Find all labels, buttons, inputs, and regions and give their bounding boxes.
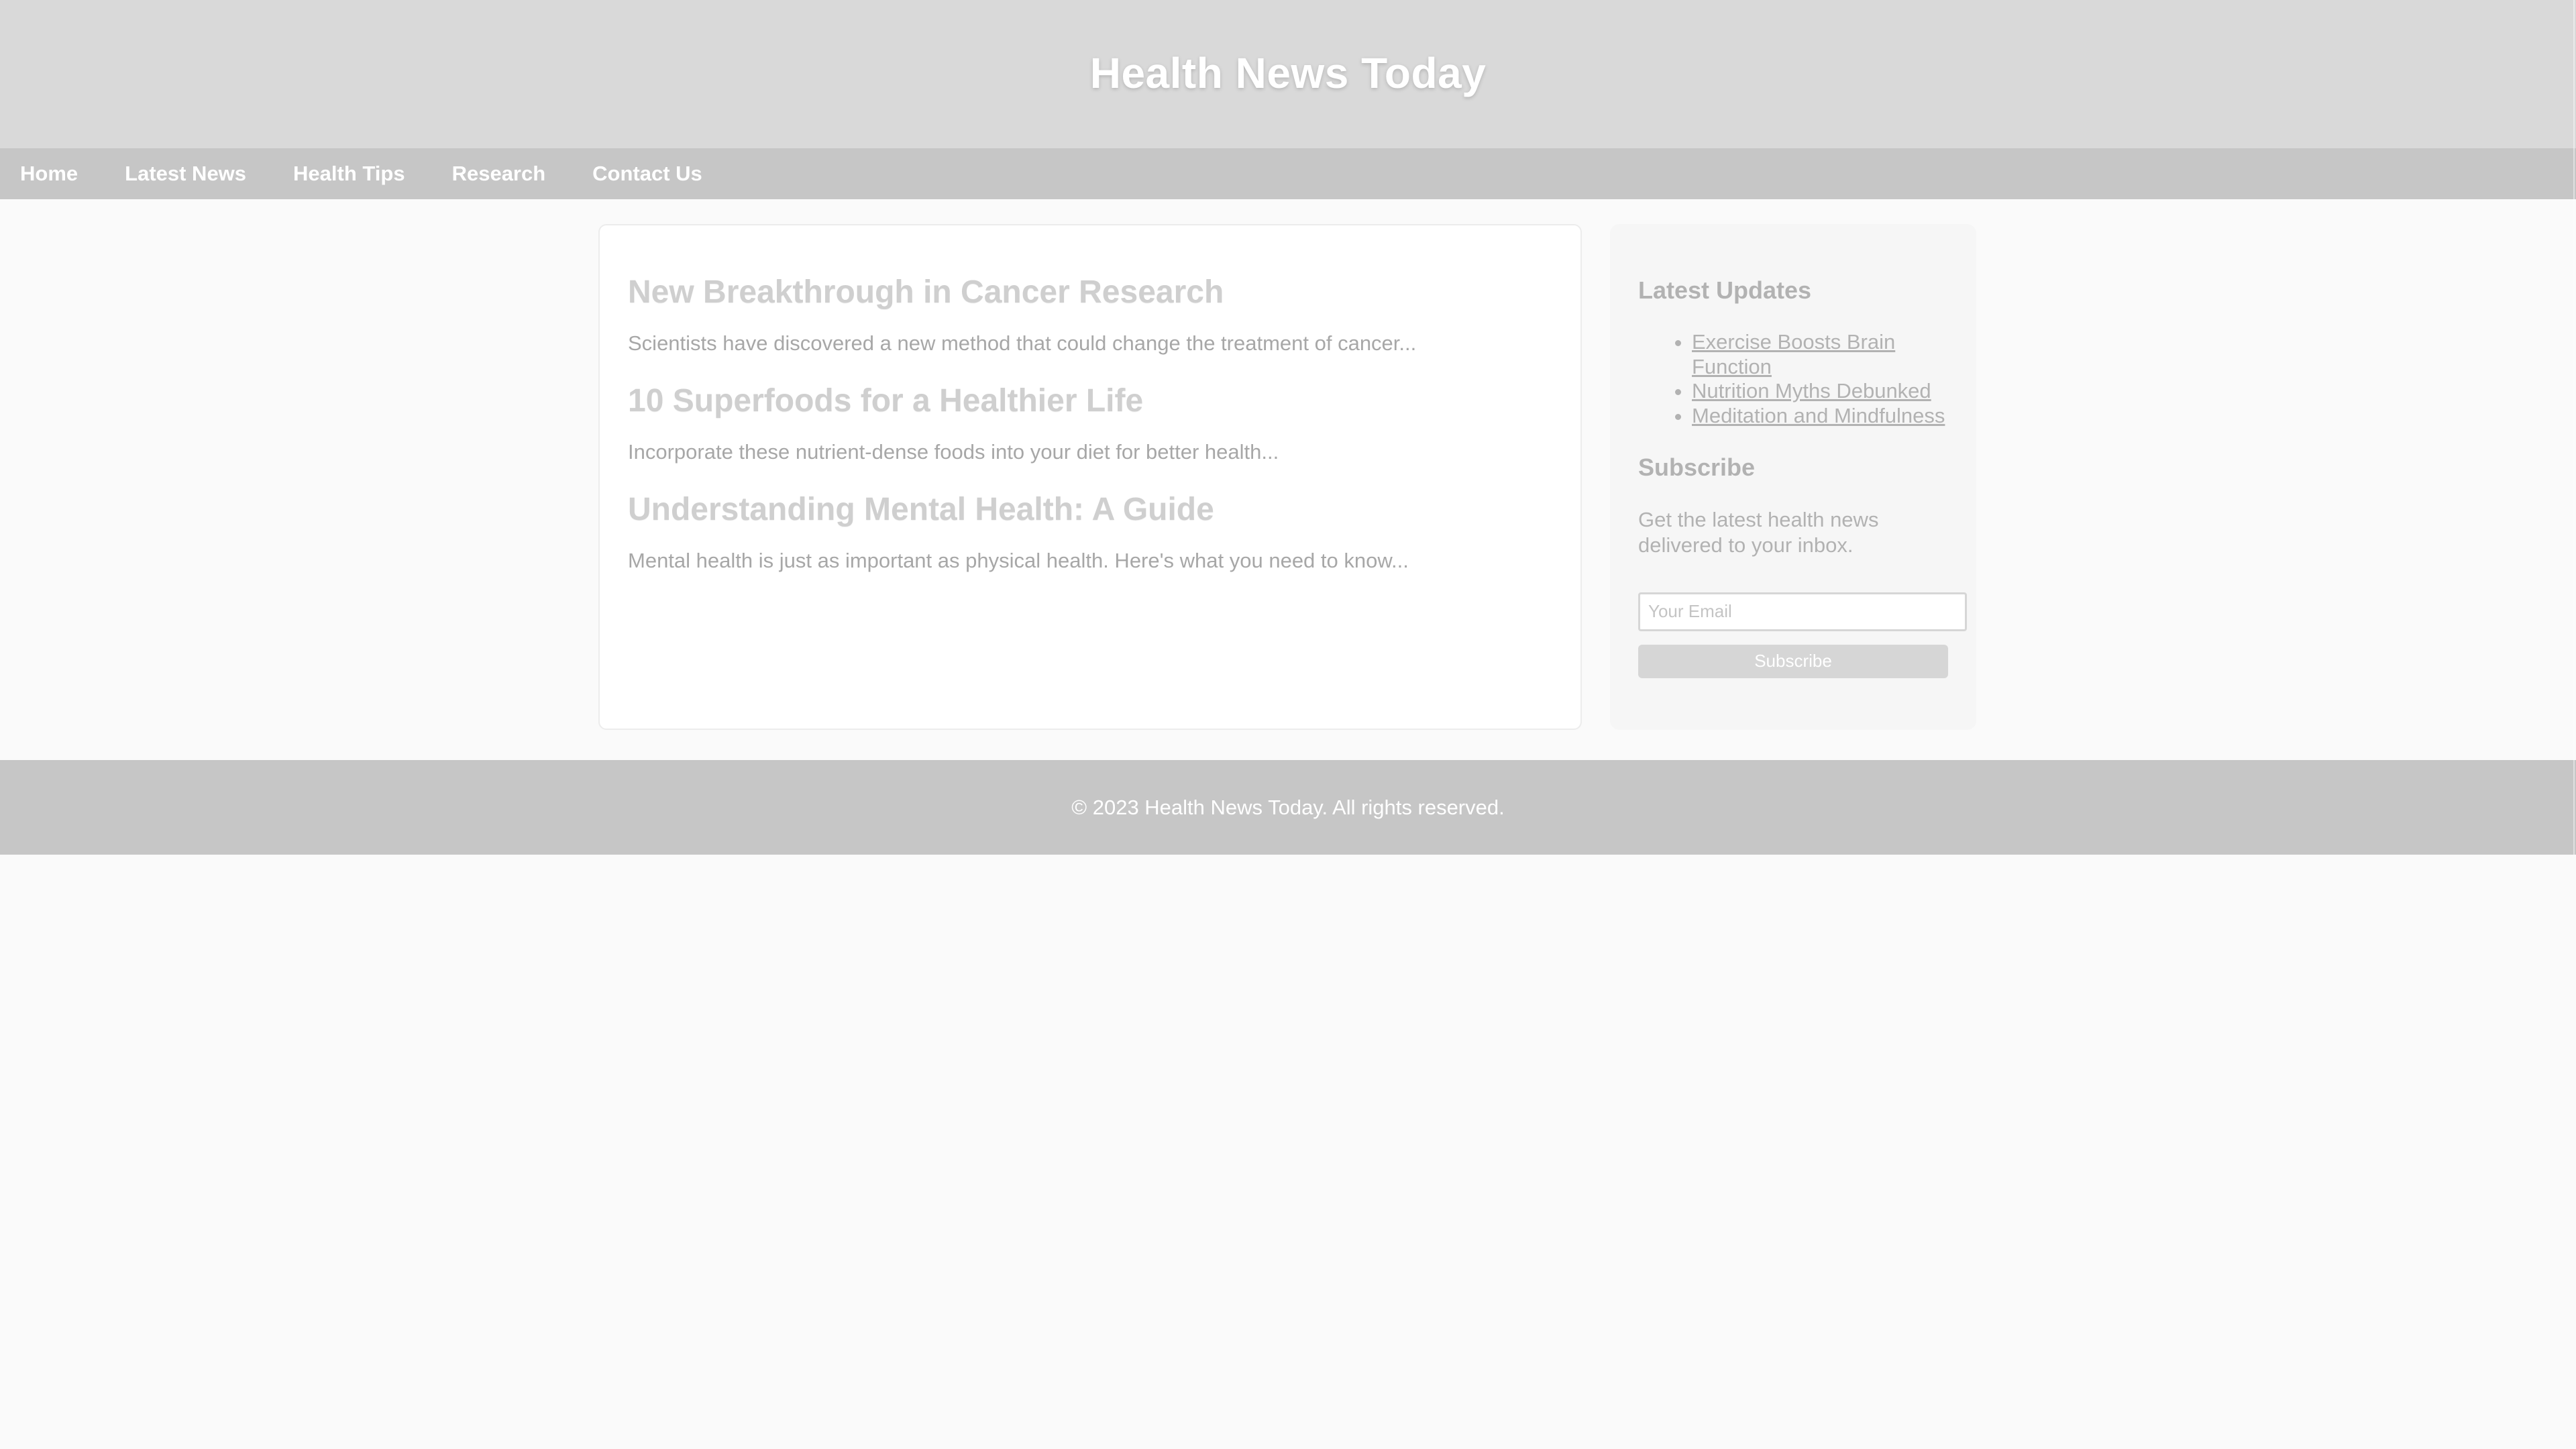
article-card: 10 Superfoods for a Healthier Life Incor… (628, 383, 1552, 464)
page: Health News Today Home Latest News Healt… (0, 0, 2576, 1449)
subscribe-button[interactable]: Subscribe (1638, 644, 1948, 678)
nav-link-contact-us[interactable]: Contact Us (592, 162, 702, 186)
article-title[interactable]: Understanding Mental Health: A Guide (628, 492, 1552, 528)
article-excerpt: Mental health is just as important as ph… (628, 548, 1409, 572)
subscribe-description: Get the latest health news delivered to … (1638, 508, 1879, 557)
update-link-exercise[interactable]: Exercise Boosts Brain Function (1692, 330, 1895, 378)
sidebar: Latest Updates Exercise Boosts Brain Fun… (1610, 224, 1976, 730)
latest-updates-heading: Latest Updates (1638, 276, 1812, 304)
nav-link-research[interactable]: Research (452, 162, 546, 186)
nav-link-home[interactable]: Home (20, 162, 78, 186)
email-input[interactable] (1638, 592, 1967, 631)
article-excerpt: Incorporate these nutrient-dense foods i… (628, 439, 1279, 464)
article-card: New Breakthrough in Cancer Research Scie… (628, 274, 1552, 356)
list-item: Meditation and Mindfulness (1692, 404, 1948, 429)
subscribe-heading: Subscribe (1638, 453, 1756, 482)
update-link-nutrition[interactable]: Nutrition Myths Debunked (1692, 379, 1931, 402)
nav-link-health-tips[interactable]: Health Tips (293, 162, 405, 186)
latest-updates-list: Exercise Boosts Brain Function Nutrition… (1638, 330, 1948, 428)
site-footer: © 2023 Health News Today. All rights res… (0, 760, 2576, 855)
nav-link-latest-news[interactable]: Latest News (125, 162, 246, 186)
article-title[interactable]: New Breakthrough in Cancer Research (628, 274, 1552, 311)
articles-panel: New Breakthrough in Cancer Research Scie… (598, 224, 1582, 730)
article-card: Understanding Mental Health: A Guide Men… (628, 492, 1552, 573)
list-item: Nutrition Myths Debunked (1692, 379, 1948, 404)
main-nav: Home Latest News Health Tips Research Co… (0, 148, 2576, 199)
site-title: Health News Today (1089, 48, 1487, 97)
update-link-meditation[interactable]: Meditation and Mindfulness (1692, 404, 1945, 427)
article-excerpt: Scientists have discovered a new method … (628, 331, 1417, 355)
site-header: Health News Today (0, 0, 2576, 148)
footer-copyright: © 2023 Health News Today. All rights res… (1071, 795, 1505, 819)
article-title[interactable]: 10 Superfoods for a Healthier Life (628, 383, 1552, 419)
scrollbar-edge (2573, 0, 2575, 855)
list-item: Exercise Boosts Brain Function (1692, 330, 1948, 379)
